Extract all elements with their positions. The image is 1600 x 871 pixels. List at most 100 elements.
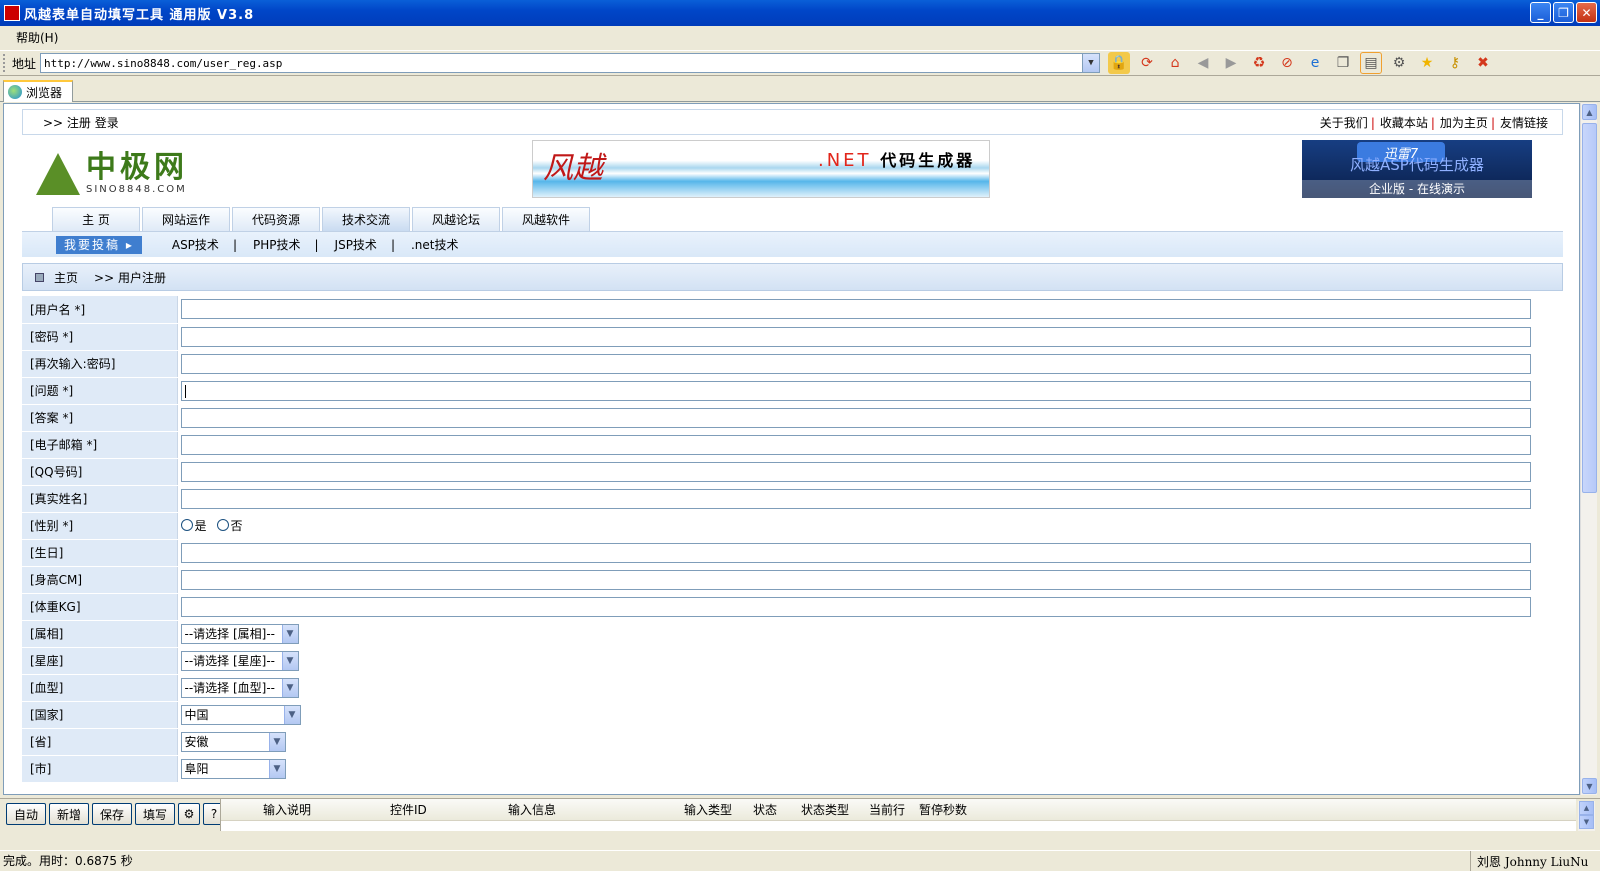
nav-code[interactable]: 代码资源 xyxy=(232,207,320,231)
url-input[interactable]: http://www.sino8848.com/user_reg.asp ▼ xyxy=(40,53,1101,73)
scroll-thumb[interactable] xyxy=(1582,123,1597,493)
asp-ad-banner[interactable]: 迅雷7 风越ASP代码生成器 企业版 - 在线演示 xyxy=(1302,140,1532,198)
auto-button[interactable]: 自动 xyxy=(6,803,47,825)
link-homepage[interactable]: 加为主页 xyxy=(1440,116,1488,130)
form-text-field[interactable] xyxy=(180,461,1531,482)
form-select[interactable]: 阜阳 ▼ xyxy=(180,758,286,779)
scroll-up-icon[interactable]: ▲ xyxy=(1582,104,1597,120)
link-friends[interactable]: 友情链接 xyxy=(1500,116,1548,130)
form-label: [体重KG] xyxy=(22,593,178,621)
submit-article-button[interactable]: 我要投稿 ▸ xyxy=(56,235,142,254)
banner-generator: 代码生成器 xyxy=(880,151,976,170)
grid-scrollbar[interactable]: ▲ ▼ xyxy=(1578,801,1595,831)
chevron-down-icon[interactable]: ▼ xyxy=(283,705,300,724)
form-label: [血型] xyxy=(22,674,178,702)
tools-icon[interactable]: ⚙ xyxy=(1388,52,1410,74)
nav-home[interactable]: 主 页 xyxy=(52,207,140,231)
form-select[interactable]: 安徽 ▼ xyxy=(180,731,286,752)
col-current-row[interactable]: 当前行 xyxy=(865,801,915,818)
scroll-down-icon[interactable]: ▼ xyxy=(1582,778,1597,794)
lock-icon[interactable]: 🔒 xyxy=(1108,52,1131,74)
subnav-asp[interactable]: ASP技术 xyxy=(172,236,219,253)
home-icon[interactable]: ⌂ xyxy=(1164,52,1186,74)
browser-scrollbar[interactable]: ▲ ▼ xyxy=(1580,103,1597,795)
browser-view[interactable]: >> 注册 登录 关于我们 | 收藏本站 | 加为主页 | 友情链接 中极网 SINO884… xyxy=(3,103,1580,795)
col-control-id[interactable]: 控件ID xyxy=(386,801,504,818)
form-select[interactable]: --请选择 [星座]-- ▼ xyxy=(180,650,299,671)
subnav-php[interactable]: PHP技术 xyxy=(253,236,301,253)
col-input-type[interactable]: 输入类型 xyxy=(680,801,749,818)
form-text-field[interactable] xyxy=(180,299,1531,320)
copy-icon[interactable]: ❐ xyxy=(1332,52,1354,74)
nav-forum[interactable]: 风越论坛 xyxy=(412,207,500,231)
url-dropdown-icon[interactable]: ▼ xyxy=(1082,54,1100,72)
col-status[interactable]: 状态 xyxy=(749,801,797,818)
form-select[interactable]: 中国 ▼ xyxy=(180,704,301,725)
gender-radio[interactable]: 是 xyxy=(180,517,207,534)
add-button[interactable]: 新增 xyxy=(49,803,90,825)
form-text-field[interactable] xyxy=(180,569,1531,590)
link-favorite[interactable]: 收藏本站 xyxy=(1380,116,1428,130)
tab-strip: 浏览器 xyxy=(0,78,1600,102)
save-button[interactable]: 保存 xyxy=(92,803,133,825)
menu-help[interactable]: 帮助(H) xyxy=(12,27,62,48)
form-text-field[interactable] xyxy=(180,353,1531,374)
site-logo[interactable]: 中极网 SINO8848.COM xyxy=(36,147,208,195)
logo-text: 中极网 xyxy=(86,150,188,185)
col-pause-seconds[interactable]: 暂停秒数 xyxy=(915,801,995,818)
form-select[interactable]: --请选择 [血型]-- ▼ xyxy=(180,677,299,698)
refresh-icon[interactable]: ⟳ xyxy=(1136,52,1158,74)
form-text-field[interactable] xyxy=(180,488,1531,509)
form-text-field[interactable] xyxy=(180,434,1531,455)
recycle-icon[interactable]: ♻ xyxy=(1248,52,1270,74)
close-window-button[interactable]: ✕ xyxy=(1576,2,1597,23)
chevron-down-icon[interactable]: ▼ xyxy=(268,759,285,778)
col-status-type[interactable]: 状态类型 xyxy=(797,801,865,818)
subnav-net[interactable]: .net技术 xyxy=(411,236,459,253)
window-title: 风越表单自动填写工具 通用版 V3.8 xyxy=(24,7,255,23)
back-icon[interactable]: ◀ xyxy=(1192,52,1214,74)
stop-icon[interactable]: ⊘ xyxy=(1276,52,1298,74)
nav-tech[interactable]: 技术交流 xyxy=(322,207,410,231)
window-icon[interactable]: ▤ xyxy=(1360,52,1383,74)
nav-software[interactable]: 风越软件 xyxy=(502,207,590,231)
tab-browser[interactable]: 浏览器 xyxy=(3,80,73,102)
login-register-links[interactable]: >> 注册 登录 xyxy=(43,114,119,131)
link-about[interactable]: 关于我们 xyxy=(1320,116,1368,130)
grid-scroll-up-icon[interactable]: ▲ xyxy=(1579,801,1594,815)
grid-scroll-down-icon[interactable]: ▼ xyxy=(1579,815,1594,829)
key-icon[interactable]: ⚷ xyxy=(1444,52,1466,74)
toolbar-grip[interactable] xyxy=(3,54,6,72)
gender-radio[interactable]: 否 xyxy=(216,517,243,534)
fill-button[interactable]: 填写 xyxy=(135,803,176,825)
radio-circle-icon xyxy=(216,519,229,532)
chevron-down-icon[interactable]: ▼ xyxy=(281,651,298,670)
breadcrumb-home[interactable]: 主页 xyxy=(54,269,78,286)
close-icon[interactable]: ✖ xyxy=(1472,52,1494,74)
forward-icon[interactable]: ▶ xyxy=(1220,52,1242,74)
form-text-field[interactable] xyxy=(180,380,1531,401)
minimize-button[interactable]: _ xyxy=(1530,2,1551,23)
col-input-info[interactable]: 输入信息 xyxy=(504,801,680,818)
star-icon[interactable]: ★ xyxy=(1416,52,1438,74)
form-text-field[interactable] xyxy=(180,596,1531,617)
form-select[interactable]: --请选择 [属相]-- ▼ xyxy=(180,623,299,644)
ie-icon[interactable]: e xyxy=(1304,52,1326,74)
gear-icon[interactable]: ⚙ xyxy=(178,803,201,825)
fill-rules-grid[interactable]: 输入说明 控件ID 输入信息 输入类型 状态 状态类型 当前行 暂停秒数 xyxy=(220,799,1576,831)
form-label: [电子邮箱 *] xyxy=(22,431,178,459)
form-row: [生日] xyxy=(22,539,1532,567)
title-bar: 风越表单自动填写工具 通用版 V3.8 _ ❐ ✕ xyxy=(0,0,1600,26)
nav-operation[interactable]: 网站运作 xyxy=(142,207,230,231)
net-ad-banner[interactable]: 风越 .NET 代码生成器 xyxy=(532,140,990,198)
col-input-desc[interactable]: 输入说明 xyxy=(259,801,386,818)
restore-button[interactable]: ❐ xyxy=(1553,2,1574,23)
chevron-down-icon[interactable]: ▼ xyxy=(281,678,298,697)
form-text-field[interactable] xyxy=(180,542,1531,563)
subnav-jsp[interactable]: JSP技术 xyxy=(335,236,377,253)
chevron-down-icon[interactable]: ▼ xyxy=(268,732,285,751)
select-value: 中国 xyxy=(184,708,209,722)
form-text-field[interactable] xyxy=(180,326,1531,347)
chevron-down-icon[interactable]: ▼ xyxy=(281,624,298,643)
form-text-field[interactable] xyxy=(180,407,1531,428)
